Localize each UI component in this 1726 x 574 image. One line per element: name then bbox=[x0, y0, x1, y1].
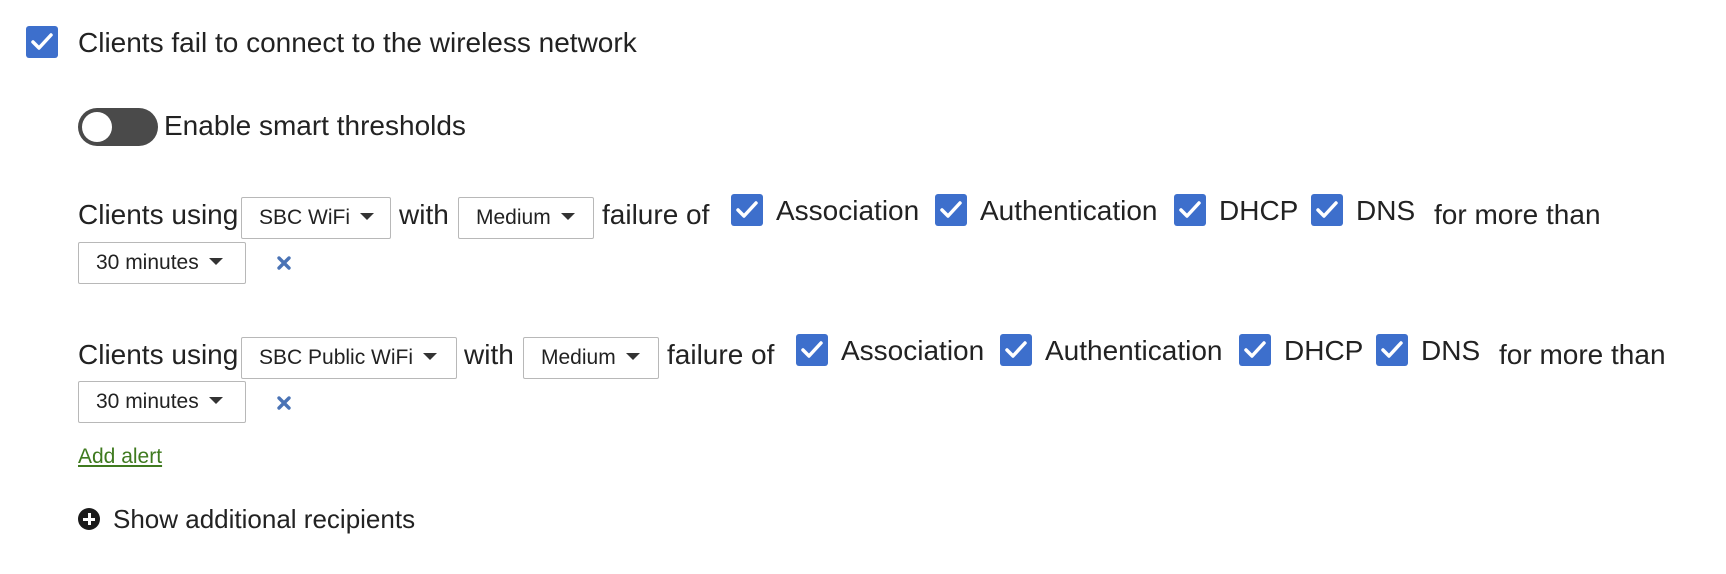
main-alert-checkbox[interactable] bbox=[26, 26, 58, 58]
smart-thresholds-label: Enable smart thresholds bbox=[164, 110, 466, 141]
add-alert-link[interactable]: Add alert bbox=[78, 444, 162, 470]
with-label: with bbox=[399, 199, 449, 230]
dns-checkbox[interactable] bbox=[1376, 334, 1408, 366]
failure-of-label: failure of bbox=[602, 199, 710, 230]
severity-value: Medium bbox=[541, 346, 616, 369]
dhcp-checkbox[interactable] bbox=[1239, 334, 1271, 366]
alert-prefix: Clients using bbox=[78, 339, 239, 370]
severity-dropdown[interactable]: Medium bbox=[523, 337, 659, 379]
smart-thresholds-toggle[interactable] bbox=[78, 108, 158, 146]
network-value: SBC WiFi bbox=[259, 206, 350, 229]
chevron-down-icon bbox=[208, 257, 223, 265]
check-icon bbox=[801, 341, 823, 358]
for-more-than-label: for more than bbox=[1434, 199, 1601, 230]
chevron-down-icon bbox=[208, 396, 223, 404]
check-icon bbox=[1179, 201, 1201, 218]
check-icon bbox=[31, 33, 53, 50]
duration-value: 30 minutes bbox=[96, 251, 199, 274]
main-alert-label: Clients fail to connect to the wireless … bbox=[78, 27, 637, 58]
close-icon[interactable] bbox=[276, 255, 292, 271]
check-icon bbox=[736, 201, 758, 218]
association-checkbox[interactable] bbox=[731, 194, 763, 226]
for-more-than-label: for more than bbox=[1499, 339, 1666, 370]
authentication-checkbox[interactable] bbox=[935, 194, 967, 226]
authentication-checkbox[interactable] bbox=[1000, 334, 1032, 366]
chevron-down-icon bbox=[360, 212, 374, 220]
dhcp-label: DHCP bbox=[1219, 195, 1299, 226]
network-value: SBC Public WiFi bbox=[259, 346, 414, 369]
authentication-label: Authentication bbox=[980, 195, 1158, 226]
network-dropdown[interactable]: SBC Public WiFi bbox=[241, 337, 457, 379]
severity-value: Medium bbox=[476, 206, 551, 229]
close-icon[interactable] bbox=[276, 395, 292, 411]
show-additional-recipients[interactable]: Show additional recipients bbox=[113, 503, 415, 535]
chevron-down-icon bbox=[423, 352, 438, 360]
with-label: with bbox=[464, 339, 514, 370]
dns-checkbox[interactable] bbox=[1311, 194, 1343, 226]
duration-value: 30 minutes bbox=[96, 390, 199, 413]
dhcp-checkbox[interactable] bbox=[1174, 194, 1206, 226]
check-icon bbox=[1005, 341, 1027, 358]
chevron-down-icon bbox=[625, 352, 640, 360]
check-icon bbox=[1381, 341, 1403, 358]
severity-dropdown[interactable]: Medium bbox=[458, 197, 594, 239]
check-icon bbox=[940, 201, 962, 218]
alert-prefix: Clients using bbox=[78, 199, 239, 230]
toggle-knob bbox=[82, 112, 112, 142]
dns-label: DNS bbox=[1356, 195, 1416, 226]
network-dropdown[interactable]: SBC WiFi bbox=[241, 197, 391, 239]
chevron-down-icon bbox=[560, 212, 575, 220]
failure-of-label: failure of bbox=[667, 339, 775, 370]
association-label: Association bbox=[841, 335, 985, 366]
dhcp-label: DHCP bbox=[1284, 335, 1364, 366]
dns-label: DNS bbox=[1421, 335, 1481, 366]
check-icon bbox=[1244, 341, 1266, 358]
plus-circle-icon[interactable] bbox=[78, 508, 100, 530]
duration-dropdown[interactable]: 30 minutes bbox=[78, 242, 246, 284]
association-checkbox[interactable] bbox=[796, 334, 828, 366]
authentication-label: Authentication bbox=[1045, 335, 1223, 366]
check-icon bbox=[1316, 201, 1338, 218]
duration-dropdown[interactable]: 30 minutes bbox=[78, 381, 246, 423]
association-label: Association bbox=[776, 195, 920, 226]
